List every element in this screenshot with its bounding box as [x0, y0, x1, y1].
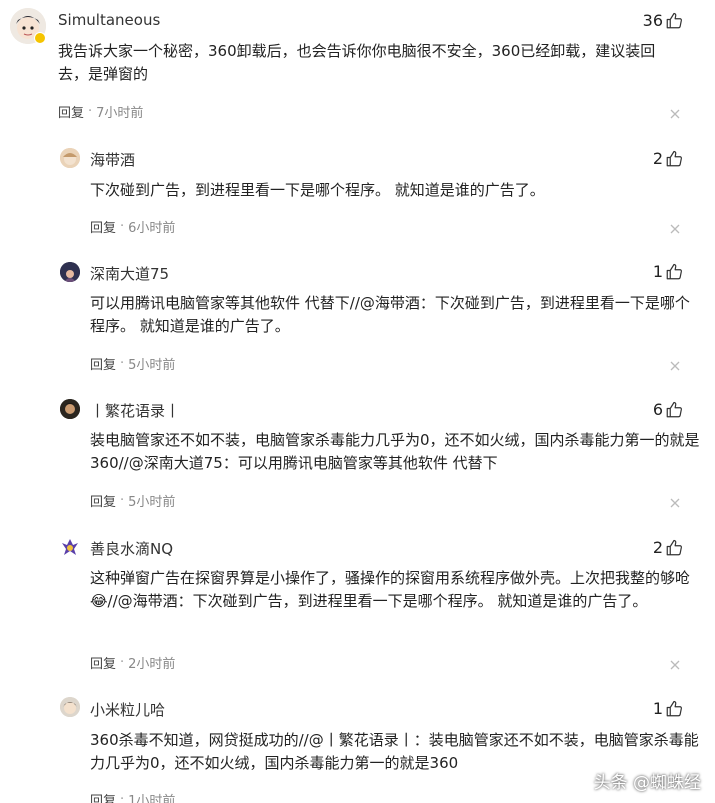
- comment-meta: 回复 · 5小时前: [90, 354, 175, 373]
- comment-meta: 回复 · 5小时前: [90, 491, 175, 510]
- avatar[interactable]: [60, 148, 80, 168]
- close-icon[interactable]: [669, 656, 681, 670]
- comment-author[interactable]: 善良水滴NQ: [90, 538, 173, 559]
- reply-button[interactable]: 回复: [90, 653, 116, 672]
- like-button[interactable]: 1: [653, 699, 683, 718]
- avatar[interactable]: [60, 262, 80, 282]
- like-count: 1: [652, 699, 663, 718]
- like-count: 1: [652, 262, 663, 281]
- comment-time: 5小时前: [128, 358, 176, 373]
- avatar[interactable]: [60, 399, 80, 419]
- comment-text: 可以用腾讯电脑管家等其他软件 代替下//@海带酒：下次碰到广告，到进程里看一下是…: [90, 294, 690, 335]
- thumbs-up-icon: [665, 401, 683, 419]
- comment-time: 5小时前: [128, 495, 176, 510]
- avatar[interactable]: [60, 697, 80, 717]
- like-count: 36: [642, 11, 663, 30]
- thumbs-up-icon: [665, 12, 683, 30]
- comment-meta: 回复 · 6小时前: [90, 217, 175, 236]
- comment-text: 这种弹窗广告在探窗界算是小操作了，骚操作的探窗用系统程序做外壳。上次把我整的够呛…: [90, 569, 691, 610]
- close-icon[interactable]: [669, 220, 681, 234]
- comment-text: 我告诉大家一个秘密，360卸载后，也会告诉你你电脑很不安全，360已经卸载，建议…: [58, 42, 656, 83]
- verified-badge-icon: [34, 32, 46, 44]
- separator: ·: [120, 493, 125, 508]
- like-count: 2: [652, 538, 663, 557]
- like-button[interactable]: 36: [643, 11, 683, 30]
- like-count: 6: [652, 400, 663, 419]
- reply-item: 丨繁花语录丨 6 装电脑管家还不如不装，电脑管家杀毒能力几乎为0，还不如火绒，国…: [0, 396, 715, 534]
- reply-button[interactable]: 回复: [90, 790, 116, 803]
- comment-author[interactable]: 深南大道75: [90, 263, 169, 284]
- separator: ·: [120, 356, 125, 371]
- comment-time: 7小时前: [96, 106, 144, 121]
- close-icon[interactable]: [669, 105, 681, 119]
- watermark: 头条 @蜘蛛经: [593, 773, 701, 793]
- thumbs-up-icon: [665, 263, 683, 281]
- reply-button[interactable]: 回复: [90, 217, 116, 236]
- close-icon[interactable]: [669, 357, 681, 371]
- reply-item: 海带酒 2 下次碰到广告，到进程里看一下是哪个程序。 就知道是谁的广告了。 回复…: [0, 140, 715, 260]
- comment-text: 装电脑管家还不如不装，电脑管家杀毒能力几乎为0，还不如火绒，国内杀毒能力第一的就…: [90, 431, 700, 472]
- like-button[interactable]: 2: [653, 149, 683, 168]
- comment-meta: 回复 · 1小时前: [90, 790, 175, 803]
- separator: ·: [120, 219, 125, 234]
- thumbs-up-icon: [665, 700, 683, 718]
- comment-meta: 回复 · 2小时前: [90, 653, 175, 672]
- reply-button[interactable]: 回复: [90, 354, 116, 373]
- like-count: 2: [652, 149, 663, 168]
- separator: ·: [120, 655, 125, 670]
- comment-text: 下次碰到广告，到进程里看一下是哪个程序。 就知道是谁的广告了。: [90, 181, 545, 199]
- reply-button[interactable]: 回复: [90, 491, 116, 510]
- comment-author[interactable]: Simultaneous: [58, 11, 160, 29]
- avatar[interactable]: [60, 537, 80, 557]
- reply-item: 善良水滴NQ 2 这种弹窗广告在探窗界算是小操作了，骚操作的探窗用系统程序做外壳…: [0, 534, 715, 694]
- reply-item: 深南大道75 1 可以用腾讯电脑管家等其他软件 代替下//@海带酒：下次碰到广告…: [0, 258, 715, 396]
- like-button[interactable]: 2: [653, 538, 683, 557]
- like-button[interactable]: 1: [653, 262, 683, 281]
- comment-author[interactable]: 丨繁花语录丨: [90, 400, 180, 421]
- comment-author[interactable]: 小米粒儿哈: [90, 699, 165, 720]
- thumbs-up-icon: [665, 150, 683, 168]
- close-icon[interactable]: [669, 494, 681, 508]
- comment-time: 6小时前: [128, 221, 176, 236]
- comment-time: 2小时前: [128, 657, 176, 672]
- thumbs-up-icon: [665, 539, 683, 557]
- comment-item: Simultaneous 36 我告诉大家一个秘密，360卸载后，也会告诉你你电…: [0, 0, 715, 140]
- reply-button[interactable]: 回复: [58, 102, 84, 121]
- comment-author[interactable]: 海带酒: [90, 149, 135, 170]
- like-button[interactable]: 6: [653, 400, 683, 419]
- separator: ·: [120, 792, 125, 803]
- comment-meta: 回复 · 7小时前: [58, 102, 143, 121]
- separator: ·: [88, 104, 93, 119]
- comment-time: 1小时前: [128, 794, 176, 803]
